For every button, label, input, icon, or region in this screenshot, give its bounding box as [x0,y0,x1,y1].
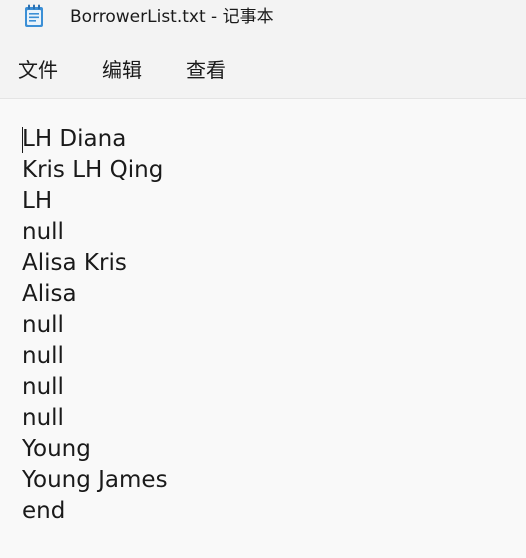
text-line: null [22,405,64,431]
text-line: LH [22,188,53,214]
text-line: end [22,498,66,524]
text-line: Young [22,436,91,462]
text-line: Alisa Kris [22,250,127,276]
text-line: null [22,219,64,245]
text-line: Alisa [22,281,77,307]
text-line: null [22,312,64,338]
menu-file[interactable]: 文件 [18,56,58,84]
menu-view[interactable]: 查看 [186,56,226,84]
title-bar: BorrowerList.txt - 记事本 [0,0,526,36]
text-line: null [22,343,64,369]
text-line: Kris LH Qing [22,157,164,183]
text-line: LH Diana [22,126,127,152]
text-editor[interactable]: LH Diana Kris LH Qing LH null Alisa Kris… [0,99,526,558]
menu-edit[interactable]: 编辑 [102,56,142,84]
notepad-icon [25,4,43,27]
document-lines: LH Diana Kris LH Qing LH null Alisa Kris… [22,124,168,527]
menu-bar: 文件 编辑 查看 [0,36,526,99]
text-line: Young James [22,467,168,493]
text-line: null [22,374,64,400]
window-title: BorrowerList.txt - 记事本 [70,7,274,27]
